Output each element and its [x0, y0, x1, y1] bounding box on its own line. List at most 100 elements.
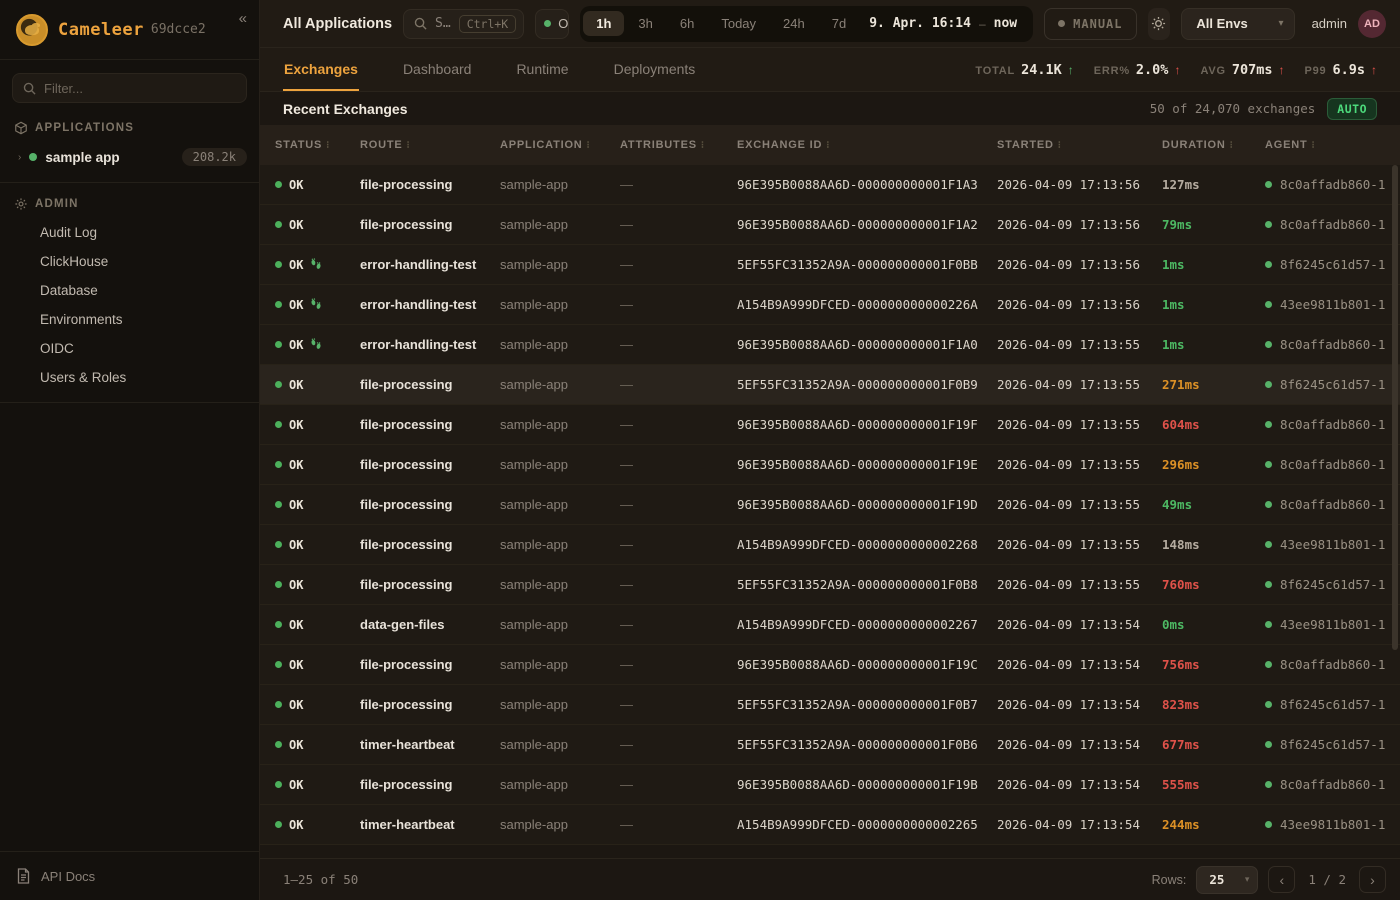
status-cell: OK: [275, 378, 360, 392]
sort-icon: ⁝: [326, 140, 330, 151]
column-header-agent[interactable]: AGENT⁝: [1265, 139, 1400, 151]
theme-toggle-button[interactable]: [1148, 8, 1171, 40]
started-cell: 2026-04-09 17:13:54: [997, 617, 1162, 632]
time-from: 9. Apr. 16:14: [869, 16, 971, 31]
table-row[interactable]: OKfile-processingsample-app—A154B9A999DF…: [260, 525, 1400, 565]
table-row[interactable]: OKtimer-heartbeatsample-app—A154B9A999DF…: [260, 805, 1400, 845]
sidebar-item-sample-app[interactable]: › sample app 208.2k: [0, 142, 259, 172]
duration-cell: 760ms: [1162, 577, 1265, 592]
column-header-exchange-id[interactable]: EXCHANGE ID⁝: [737, 139, 997, 151]
scrollbar-thumb[interactable]: [1392, 165, 1398, 650]
admin-nav: Audit LogClickHouseDatabaseEnvironmentsO…: [0, 218, 259, 392]
env-select[interactable]: All Envs ▾: [1181, 8, 1294, 40]
avatar[interactable]: AD: [1358, 10, 1386, 38]
global-search-input[interactable]: S… Ctrl+K: [403, 9, 524, 39]
application-cell: sample-app: [500, 497, 620, 512]
status-label: OK: [289, 218, 303, 232]
application-cell: sample-app: [500, 217, 620, 232]
sidebar-item-api-docs[interactable]: API Docs: [0, 851, 259, 900]
attributes-cell: —: [620, 337, 737, 352]
route-cell: file-processing: [360, 497, 500, 512]
table-row[interactable]: OKfile-processingsample-app—96E395B0088A…: [260, 765, 1400, 805]
status-ok-dot: [275, 381, 282, 388]
column-header-route[interactable]: ROUTE⁝: [360, 139, 500, 151]
started-cell: 2026-04-09 17:13:55: [997, 377, 1162, 392]
manual-refresh-button[interactable]: MANUAL: [1044, 8, 1136, 40]
agent-status-dot: [1265, 541, 1272, 548]
status-cell: OK: [275, 578, 360, 592]
attributes-cell: —: [620, 537, 737, 552]
attributes-cell: —: [620, 257, 737, 272]
column-header-application[interactable]: APPLICATION ⁝: [500, 139, 620, 151]
sidebar-item-oidc[interactable]: OIDC: [0, 334, 259, 363]
sort-icon: ⁝: [1058, 140, 1062, 151]
table-row[interactable]: OKfile-processingsample-app—96E395B0088A…: [260, 405, 1400, 445]
status-label: OK: [289, 298, 303, 312]
agent-id: 8c0affadb860-1: [1280, 177, 1385, 192]
next-page-button[interactable]: ›: [1359, 866, 1386, 893]
table-row[interactable]: OKfile-processingsample-app—96E395B0088A…: [260, 645, 1400, 685]
rows-per-page-select[interactable]: 25 ▾: [1196, 866, 1258, 894]
stat-value: 24.1K: [1021, 62, 1062, 78]
prev-page-button[interactable]: ‹: [1268, 866, 1295, 893]
application-cell: sample-app: [500, 177, 620, 192]
sidebar-collapse-icon[interactable]: «: [239, 10, 247, 27]
column-header-attributes[interactable]: ATTRIBUTES⁝: [620, 139, 737, 151]
column-header-status[interactable]: STATUS⁝: [275, 139, 360, 151]
table-row[interactable]: OKerror-handling-testsample-app—5EF55FC3…: [260, 245, 1400, 285]
agent-status-dot: [1265, 381, 1272, 388]
column-header-label: STARTED: [997, 139, 1054, 151]
table-row[interactable]: OKfile-processingsample-app—5EF55FC31352…: [260, 565, 1400, 605]
sidebar-item-clickhouse[interactable]: ClickHouse: [0, 247, 259, 276]
tab-runtime[interactable]: Runtime: [515, 48, 569, 91]
table-row[interactable]: OKfile-processingsample-app—96E395B0088A…: [260, 445, 1400, 485]
trend-up-icon: ↑: [1279, 63, 1285, 77]
sidebar-item-audit-log[interactable]: Audit Log: [0, 218, 259, 247]
sidebar-item-database[interactable]: Database: [0, 276, 259, 305]
cameleer-logo-icon: [16, 14, 48, 46]
column-header-started[interactable]: STARTED ⁝: [997, 139, 1162, 151]
column-header-duration[interactable]: DURATION⁝: [1162, 139, 1265, 151]
main-content: All Applications S… Ctrl+K O 1h3h6hToday…: [260, 0, 1400, 900]
started-cell: 2026-04-09 17:13:55: [997, 457, 1162, 472]
agent-status-dot: [1265, 181, 1272, 188]
status-label: OK: [289, 818, 303, 832]
status-cell: OK: [275, 538, 360, 552]
table-row[interactable]: OKfile-processingsample-app—5EF55FC31352…: [260, 365, 1400, 405]
table-row[interactable]: OKtimer-heartbeatsample-app—5EF55FC31352…: [260, 725, 1400, 765]
tab-deployments[interactable]: Deployments: [613, 48, 697, 91]
time-range-3h[interactable]: 3h: [625, 11, 665, 36]
sidebar-item-users-roles[interactable]: Users & Roles: [0, 363, 259, 392]
time-range-today[interactable]: Today: [708, 11, 769, 36]
agent-cell: 8f6245c61d57-1: [1265, 377, 1400, 392]
table-row[interactable]: OKfile-processingsample-app—96E395B0088A…: [260, 485, 1400, 525]
auto-refresh-badge[interactable]: AUTO: [1327, 98, 1377, 120]
table-row[interactable]: OKfile-processingsample-app—5EF55FC31352…: [260, 685, 1400, 725]
page-indicator: 1 / 2: [1305, 872, 1349, 887]
table-row[interactable]: OKfile-processingsample-app—96E395B0088A…: [260, 205, 1400, 245]
agent-cell: 43ee9811b801-1: [1265, 617, 1400, 632]
time-range-chips: 1h3h6hToday24h7d: [583, 11, 859, 36]
table-row[interactable]: OKfile-processingsample-app—96E395B0088A…: [260, 165, 1400, 205]
table-row[interactable]: OKerror-handling-testsample-app—A154B9A9…: [260, 285, 1400, 325]
column-header-label: APPLICATION: [500, 139, 583, 151]
status-ok-dot: [275, 541, 282, 548]
time-range-6h[interactable]: 6h: [667, 11, 707, 36]
sidebar-item-environments[interactable]: Environments: [0, 305, 259, 334]
time-range-7d[interactable]: 7d: [819, 11, 859, 36]
chevron-right-icon[interactable]: ›: [18, 152, 21, 163]
sort-icon: ⁝: [587, 140, 591, 151]
time-range-1h[interactable]: 1h: [583, 11, 624, 36]
attributes-cell: —: [620, 377, 737, 392]
time-range-24h[interactable]: 24h: [770, 11, 818, 36]
table-row[interactable]: OKdata-gen-filessample-app—A154B9A999DFC…: [260, 605, 1400, 645]
live-status-pill[interactable]: O: [535, 9, 569, 39]
sidebar-filter-input[interactable]: Filter...: [12, 73, 247, 103]
tab-dashboard[interactable]: Dashboard: [402, 48, 473, 91]
agent-status-dot: [1265, 421, 1272, 428]
sort-icon: ⁝: [1312, 140, 1316, 151]
time-range-display[interactable]: 9. Apr. 16:14 – now: [860, 16, 1030, 31]
table-row[interactable]: OKerror-handling-testsample-app—96E395B0…: [260, 325, 1400, 365]
exchange-count-summary: 50 of 24,070 exchanges: [1150, 101, 1316, 116]
tab-exchanges[interactable]: Exchanges: [283, 48, 359, 91]
